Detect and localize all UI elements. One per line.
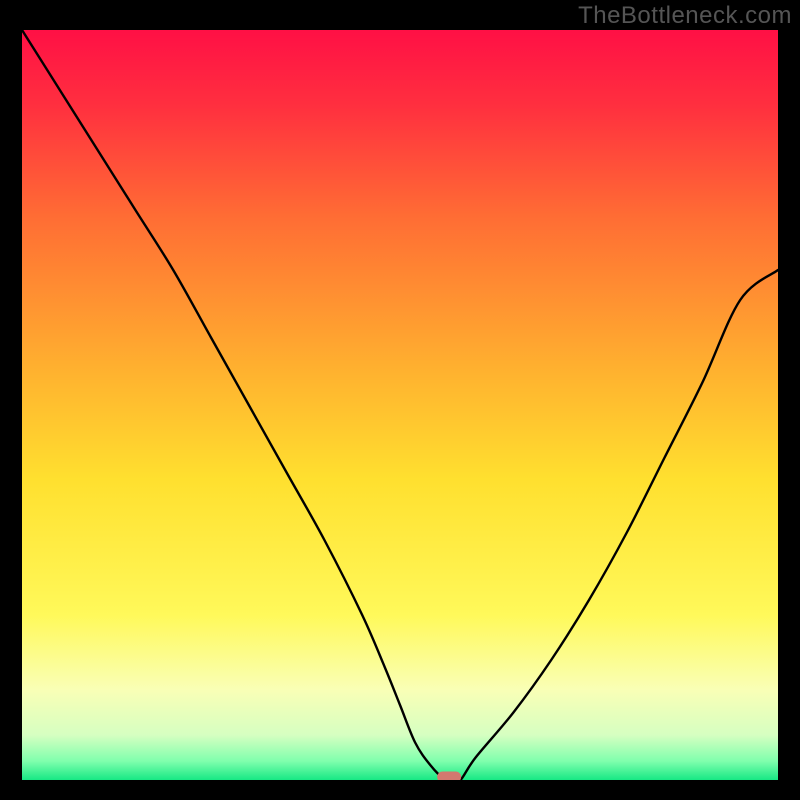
watermark-text: TheBottleneck.com: [578, 2, 792, 30]
optimal-marker: [437, 772, 461, 781]
chart-frame: TheBottleneck.com: [0, 0, 800, 800]
bottleneck-chart: [22, 30, 778, 780]
plot-area: [22, 30, 778, 780]
chart-background: [22, 30, 778, 780]
